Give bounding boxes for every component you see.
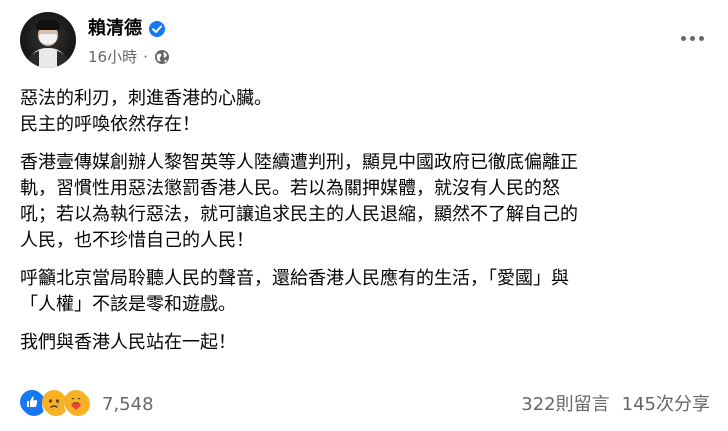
more-dot [680, 35, 686, 41]
avatar-hair [36, 20, 60, 30]
avatar-mask [39, 34, 57, 44]
comments-count[interactable]: 322則留言 [521, 390, 609, 416]
post-line: 惡法的利刃，刺進香港的心臟。 [20, 88, 272, 109]
verified-badge-icon [148, 20, 166, 38]
post-line: 人民，也不珍惜自己的人民！ [20, 230, 254, 251]
reaction-summary[interactable]: 7,548 [20, 390, 154, 418]
post-paragraph: 香港壹傳媒創辦人黎智英等人陸續遭判刑，顯見中國政府已徹底偏離正 軌，習慣性用惡法… [20, 150, 710, 254]
post-line: 吼；若以為執行惡法，就可讓追求民主的人民退縮，顯然不了解自己的 [20, 204, 578, 225]
more-dot [689, 35, 695, 41]
post-line: 呼籲北京當局聆聽人民的聲音，還給香港人民應有的生活，「愛國」與 [20, 268, 569, 289]
post-line: 「人權」不該是零和遊戲。 [20, 294, 236, 315]
post-paragraph: 我們與香港人民站在一起！ [20, 330, 710, 356]
reaction-count: 7,548 [102, 393, 154, 415]
globe-icon[interactable] [154, 49, 170, 65]
facebook-post: 賴清德 16小時 · 惡法的利刃，刺進香港的心臟。 民主的呼喚依然存在！ 香港壹… [0, 0, 728, 431]
shares-count[interactable]: 145次分享 [622, 390, 710, 416]
avatar-jacket [26, 50, 70, 68]
care-icon [64, 390, 92, 418]
post-meta-row: 16小時 · [88, 46, 170, 67]
post-line: 香港壹傳媒創辦人黎智英等人陸續遭判刑，顯見中國政府已徹底偏離正 [20, 152, 578, 173]
post-line: 我們與香港人民站在一起！ [20, 332, 236, 353]
post-paragraph: 呼籲北京當局聆聽人民的聲音，還給香港人民應有的生活，「愛國」與 「人權」不該是零… [20, 266, 710, 318]
more-dot [698, 35, 704, 41]
post-header: 賴清德 16小時 · [20, 12, 710, 72]
more-options-icon[interactable] [674, 26, 710, 50]
post-time[interactable]: 16小時 [88, 46, 137, 67]
author-name[interactable]: 賴清德 [88, 18, 142, 40]
meta-separator: · [143, 47, 148, 66]
post-body: 惡法的利刃，刺進香港的心臟。 民主的呼喚依然存在！ 香港壹傳媒創辦人黎智英等人陸… [20, 86, 710, 368]
author-name-row: 賴清德 [88, 18, 166, 40]
post-line: 民主的呼喚依然存在！ [20, 114, 200, 135]
post-line: 軌，習慣性用惡法懲罰香港人民。若以為關押媒體，就沒有人民的怒 [20, 178, 560, 199]
post-stats: 322則留言 145次分享 [521, 390, 710, 416]
author-avatar[interactable] [20, 12, 76, 68]
post-paragraph: 惡法的利刃，刺進香港的心臟。 民主的呼喚依然存在！ [20, 86, 710, 138]
post-footer: 7,548 322則留言 145次分享 [20, 390, 710, 418]
